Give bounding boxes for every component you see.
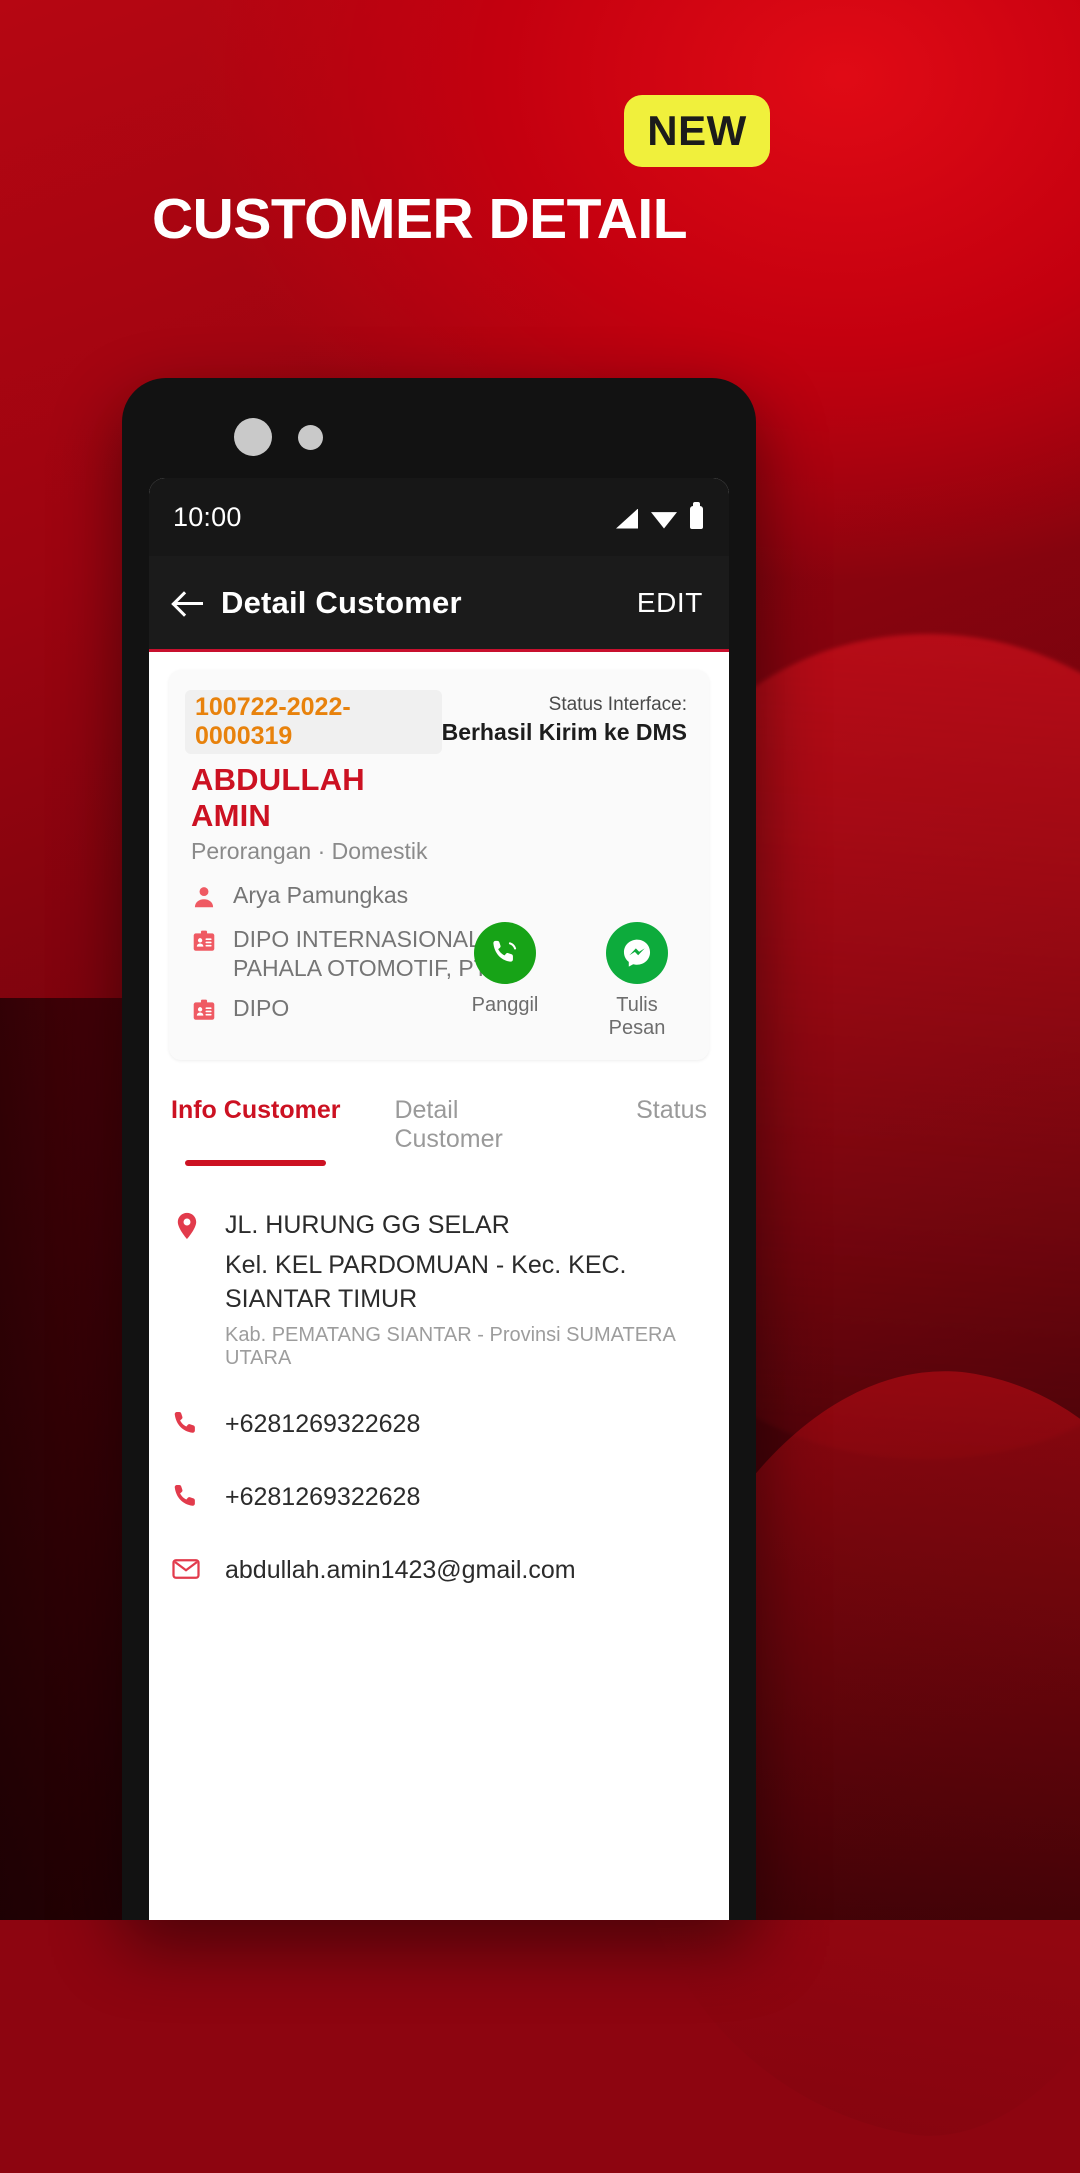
customer-card: 100722-2022-0000319 ABDULLAH AMIN Perora… [169,670,709,1060]
list-item: Arya Pamungkas [191,881,687,915]
camera-lens-primary [234,418,272,456]
message-action-label: Tulis Pesan [608,993,666,1039]
customer-card-header: 100722-2022-0000319 ABDULLAH AMIN Perora… [185,690,687,865]
tab-info-customer[interactable]: Info Customer [171,1096,340,1166]
status-bar-icons [616,501,703,529]
gmail-icon [171,1552,205,1589]
sales-person-name: Arya Pamungkas [233,882,409,908]
phone-call-icon[interactable] [474,921,536,984]
battery-icon [690,501,703,529]
phone-mockup: 10:00 Detail Customer EDIT 100722-2022-0… [122,378,756,1920]
promo-headline: CUSTOMER DETAIL [152,187,688,251]
app-bar: Detail Customer EDIT [149,556,729,652]
new-badge: NEW [624,95,770,167]
address-line-3: Kab. PEMATANG SIANTAR - Provinsi SUMATER… [225,1323,675,1369]
email-row[interactable]: abdullah.amin1423@gmail.com [171,1552,707,1589]
id-card-icon [191,994,219,1028]
customer-type: Perorangan · Domestik [191,838,428,864]
dealer-short-name: DIPO [233,994,290,1021]
wifi-icon [651,512,677,529]
customer-id-badge: 100722-2022-0000319 [185,690,442,754]
phone-icon [171,1406,205,1443]
address-row: JL. HURUNG GG SELAR Kel. KEL PARDOMUAN -… [171,1208,707,1370]
tab-status[interactable]: Status [636,1096,707,1166]
phone-row-1[interactable]: +6281269322628 [171,1406,707,1443]
address-line-1: JL. HURUNG GG SELAR [225,1210,510,1239]
messenger-icon[interactable] [606,921,668,984]
info-customer-panel: JL. HURUNG GG SELAR Kel. KEL PARDOMUAN -… [149,1165,729,1589]
address-body: JL. HURUNG GG SELAR Kel. KEL PARDOMUAN -… [225,1208,707,1370]
call-action-label: Panggil [471,993,539,1016]
customer-actions: Panggil Tulis Pesan [457,921,685,1040]
status-interface-value: Berhasil Kirim ke DMS [441,719,687,745]
new-badge-label: NEW [647,107,747,154]
email-address[interactable]: abdullah.amin1423@gmail.com [225,1552,576,1585]
phone-number-1[interactable]: +6281269322628 [225,1406,420,1439]
status-bar-clock: 10:00 [173,501,242,532]
edit-button[interactable]: EDIT [637,587,703,619]
message-action[interactable]: Tulis Pesan [589,921,685,1040]
phone-icon [171,1479,205,1516]
status-interface-block: Status Interface: Berhasil Kirim ke DMS [442,690,687,746]
tab-detail-customer[interactable]: Detail Customer [394,1096,564,1166]
person-icon [191,881,219,915]
customer-name: ABDULLAH AMIN [191,762,365,833]
call-action[interactable]: Panggil [457,921,553,1040]
customer-card-wrapper: 100722-2022-0000319 ABDULLAH AMIN Perora… [149,652,729,1060]
phone-row-2[interactable]: +6281269322628 [171,1479,707,1516]
status-bar: 10:00 [149,478,729,556]
id-card-icon [191,925,219,959]
status-interface-label: Status Interface: [548,694,687,715]
page-title: Detail Customer [221,584,462,620]
location-pin-icon [171,1208,205,1247]
address-line-2: Kel. KEL PARDOMUAN - Kec. KEC. SIANTAR T… [225,1250,627,1313]
phone-screen: 10:00 Detail Customer EDIT 100722-2022-0… [149,478,729,1920]
signal-icon [616,508,638,529]
camera-lens-secondary [298,424,323,450]
phone-number-2[interactable]: +6281269322628 [225,1479,420,1512]
customer-tabs: Info Customer Detail Customer Status [149,1059,729,1166]
phone-camera-cluster [234,418,323,456]
customer-identity: 100722-2022-0000319 ABDULLAH AMIN Perora… [185,690,442,865]
back-arrow-icon[interactable] [173,586,207,620]
